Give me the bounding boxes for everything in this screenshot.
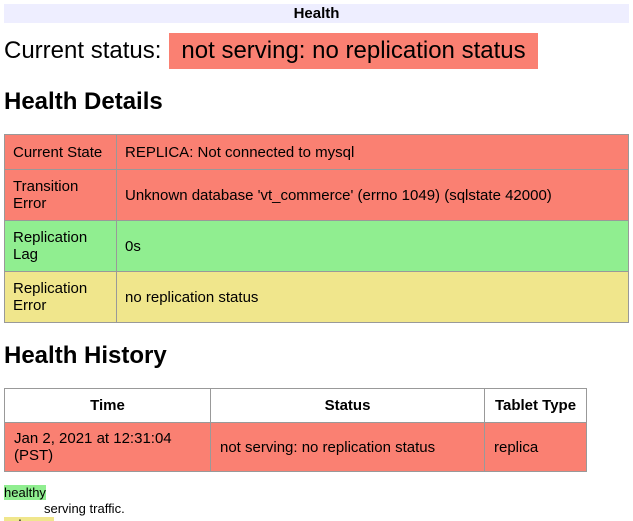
history-time-cell: Jan 2, 2021 at 12:31:04 (PST) [5,423,211,472]
table-row: Current State REPLICA: Not connected to … [5,135,629,170]
current-status-badge: not serving: no replication status [169,33,537,69]
page-title-bar: Health [4,4,629,23]
column-header-status: Status [211,389,485,423]
legend-description: serving traffic. [44,501,629,517]
detail-label-cell: Replication Error [5,272,117,323]
legend-term: healthy [4,485,629,501]
detail-value-cell: no replication status [117,272,629,323]
detail-label-cell: Current State [5,135,117,170]
health-history-heading: Health History [4,342,629,370]
table-row: Replication Error no replication status [5,272,629,323]
health-details-heading: Health Details [4,88,629,116]
history-status-cell: not serving: no replication status [211,423,485,472]
table-row: Jan 2, 2021 at 12:31:04 (PST) not servin… [5,423,587,472]
legend-term-unhappy: unhappy [4,517,54,521]
legend-term-healthy: healthy [4,485,46,500]
page-title: Health [294,5,340,22]
table-header-row: Time Status Tablet Type [5,389,587,423]
column-header-tablet-type: Tablet Type [485,389,587,423]
detail-value-cell: REPLICA: Not connected to mysql [117,135,629,170]
legend: healthy serving traffic. unhappy will se… [4,485,629,521]
history-tablet-type-cell: replica [485,423,587,472]
table-row: Transition Error Unknown database 'vt_co… [5,170,629,221]
current-status-label: Current status: [4,37,161,64]
detail-value-cell: 0s [117,221,629,272]
table-row: Replication Lag 0s [5,221,629,272]
detail-label-cell: Replication Lag [5,221,117,272]
health-history-table: Time Status Tablet Type Jan 2, 2021 at 1… [4,388,587,472]
health-details-table: Current State REPLICA: Not connected to … [4,134,629,323]
current-status-line: Current status: not serving: no replicati… [4,33,629,69]
detail-value-cell: Unknown database 'vt_commerce' (errno 10… [117,170,629,221]
legend-term: unhappy [4,517,629,521]
column-header-time: Time [5,389,211,423]
detail-label-cell: Transition Error [5,170,117,221]
